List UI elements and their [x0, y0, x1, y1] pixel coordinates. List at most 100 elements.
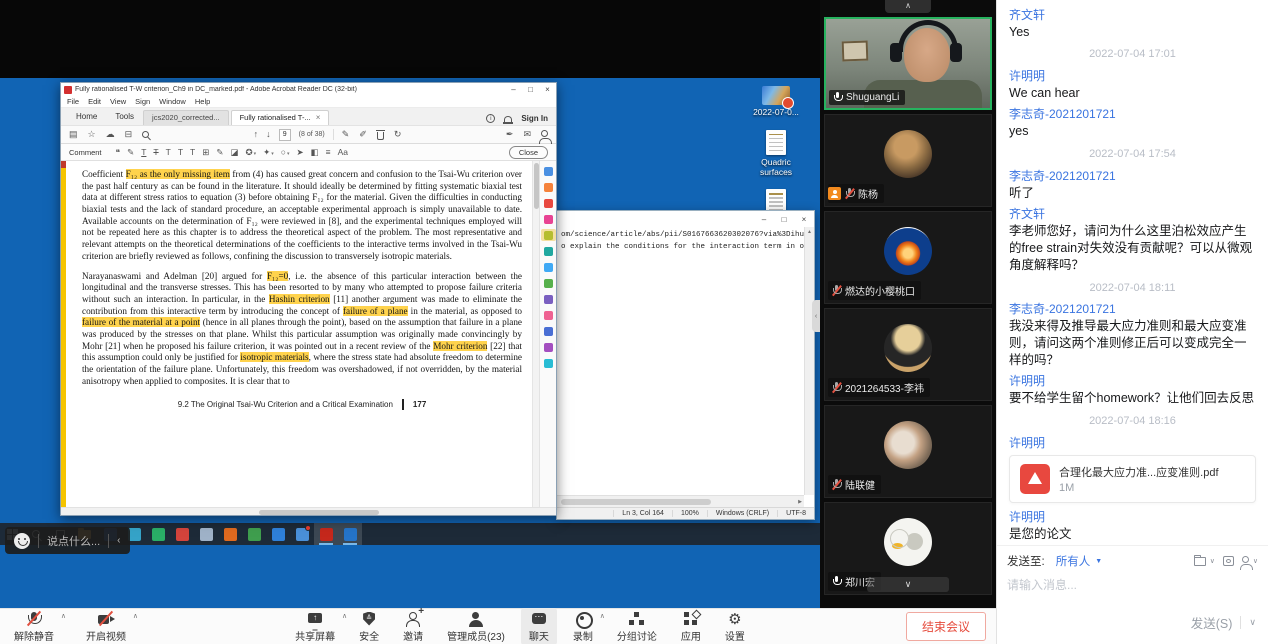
panel-collapse-handle[interactable]: ‹ — [812, 300, 820, 332]
share-screen-button[interactable]: 共享屏幕∧ — [287, 608, 343, 644]
send-options-icon[interactable]: ∨ — [1249, 617, 1256, 628]
participant-tile[interactable]: ShuguangLi — [824, 17, 992, 110]
record-button[interactable]: 录制∧ — [565, 608, 601, 644]
fill-sign-tool-icon[interactable] — [541, 181, 556, 193]
menu-item-sign[interactable]: Sign — [135, 97, 150, 106]
shapes-icon[interactable]: ○▾ — [281, 148, 290, 157]
chevron-up-icon[interactable]: ∧ — [133, 612, 138, 620]
expand-tiles-button[interactable]: ∨ — [867, 577, 949, 592]
scroll-right-icon[interactable]: ▶ — [798, 499, 804, 505]
close-tab-icon[interactable]: × — [316, 111, 321, 125]
sticky-note-icon[interactable]: ❝ — [116, 148, 121, 157]
edit-pdf-tool-icon[interactable] — [541, 213, 556, 225]
sign-in-button[interactable]: Sign In — [521, 114, 548, 123]
cloud-upload-icon[interactable]: ☁ — [106, 130, 115, 139]
acrobat-reader-window[interactable]: Fully rationalised T-W criterion_Ch9 in … — [60, 82, 557, 516]
menu-item-file[interactable]: File — [67, 97, 79, 106]
chat-sender-name[interactable]: 许明明 — [1009, 434, 1256, 451]
notepad-text-area[interactable]: om/science/article/abs/pii/S016766362030… — [557, 227, 804, 495]
stamp-tool-icon[interactable]: ✪▾ — [246, 148, 257, 157]
page-number-input[interactable]: 9 — [279, 129, 291, 141]
close-icon[interactable]: × — [539, 84, 556, 96]
send-to-selector[interactable]: 所有人 — [1056, 553, 1091, 569]
chat-sender-name[interactable]: 李志奇-2021201721 — [1009, 300, 1256, 317]
maximize-icon[interactable]: □ — [774, 212, 794, 227]
create-pdf-tool-icon[interactable] — [541, 245, 556, 257]
menu-item-help[interactable]: Help — [195, 97, 210, 106]
collapse-left-icon[interactable]: ‹ — [117, 535, 120, 546]
pen-icon[interactable]: ✎ — [342, 130, 350, 139]
invite-button[interactable]: 邀请 — [395, 608, 431, 644]
chat-sender-name[interactable]: 许明明 — [1009, 508, 1256, 525]
print-icon[interactable]: ⊟ — [125, 130, 133, 139]
participant-tile[interactable]: 燃达的小樱桃口 — [824, 211, 992, 304]
end-meeting-button[interactable]: 结束会议 — [906, 612, 986, 641]
rotate-icon[interactable]: ↻ — [394, 130, 402, 139]
document-tab[interactable]: Fully rationalised T-...× — [231, 110, 330, 125]
breakout-rooms-button[interactable]: 分组讨论 — [609, 608, 665, 644]
highlight-text-icon[interactable]: ✎ — [127, 148, 134, 157]
chevron-up-icon[interactable]: ∧ — [61, 612, 66, 620]
star-icon[interactable]: ☆ — [88, 130, 96, 139]
redact-tool-icon[interactable] — [541, 309, 556, 321]
scrollbar-thumb[interactable] — [259, 510, 379, 515]
text-box-icon[interactable]: ⊞ — [202, 148, 209, 157]
chat-sender-name[interactable]: 李志奇-2021201721 — [1009, 105, 1256, 122]
collapse-strip-button[interactable]: ∧ — [885, 0, 931, 13]
close-comment-button[interactable]: Close — [509, 146, 548, 159]
chevron-down-icon[interactable]: ▼ — [1095, 558, 1102, 565]
pdf-page[interactable]: Coefficient F₁₂ as the only missing item… — [66, 161, 532, 507]
export-pdf-tool-icon[interactable] — [541, 197, 556, 209]
chat-file-attachment[interactable]: 合理化最大应力准...应变准则.pdf1M — [1009, 455, 1256, 503]
menu-item-view[interactable]: View — [110, 97, 126, 106]
notepad-app-icon[interactable] — [194, 523, 218, 545]
quick-chat-placeholder[interactable]: 说点什么... — [47, 533, 100, 549]
wechat-icon[interactable] — [146, 523, 170, 545]
highlight-tool-icon[interactable] — [541, 229, 556, 241]
fill-color-icon[interactable]: ◧ — [311, 148, 319, 157]
scrollbar-thumb[interactable] — [534, 163, 539, 209]
scrollbar-thumb[interactable] — [561, 499, 711, 505]
tab-tools[interactable]: Tools — [106, 109, 143, 125]
document-horizontal-scrollbar[interactable] — [61, 507, 556, 515]
notepad-vertical-scrollbar[interactable]: ▲ — [804, 227, 814, 495]
notepad-horizontal-scrollbar[interactable]: ▶ — [557, 495, 804, 507]
menu-item-edit[interactable]: Edit — [88, 97, 101, 106]
send-review-tool-icon[interactable] — [541, 341, 556, 353]
trash-icon[interactable] — [377, 132, 384, 140]
info-icon[interactable] — [486, 114, 495, 123]
acrobat-titlebar[interactable]: Fully rationalised T-W criterion_Ch9 in … — [61, 83, 556, 96]
search-icon[interactable] — [142, 131, 149, 138]
close-icon[interactable]: × — [794, 212, 814, 227]
acrobat-reader-icon[interactable] — [314, 523, 338, 545]
document-tab[interactable]: jcs2020_corrected... — [143, 110, 229, 125]
participant-tile[interactable]: 陆联健 — [824, 405, 992, 498]
chevron-down-icon[interactable]: ∨ — [1210, 557, 1215, 565]
tencent-docs-icon[interactable] — [290, 523, 314, 545]
menu-item-window[interactable]: Window — [159, 97, 186, 106]
settings-button[interactable]: 设置 — [717, 608, 753, 644]
chevron-up-icon[interactable]: ∧ — [342, 612, 347, 620]
protect-tool-icon[interactable] — [541, 325, 556, 337]
participant-tile[interactable]: 陈杨 — [824, 114, 992, 207]
next-page-icon[interactable]: ↓ — [266, 130, 271, 139]
chat-button[interactable]: 聊天 — [521, 608, 557, 644]
notifications-bell-icon[interactable] — [504, 116, 512, 123]
send-button[interactable]: 发送(S) — [1191, 613, 1233, 632]
app-green-icon[interactable] — [242, 523, 266, 545]
tab-home[interactable]: Home — [67, 109, 106, 125]
mail-icon[interactable]: ✉ — [523, 130, 531, 139]
participant-tile[interactable]: 郑川宏∨ — [824, 502, 992, 595]
quick-chat-bubble[interactable]: 说点什么... ‹ — [5, 527, 130, 554]
emoji-smiley-icon[interactable] — [14, 533, 30, 549]
sign-pen-icon[interactable]: ✒ — [506, 130, 514, 139]
maximize-icon[interactable]: □ — [522, 84, 539, 96]
chat-input[interactable] — [997, 574, 1268, 596]
pencil-icon[interactable]: ✎ — [216, 148, 223, 157]
strikethrough-text-icon[interactable]: T — [153, 148, 158, 157]
more-tools-icon[interactable] — [541, 357, 556, 369]
font-icon[interactable]: Aa — [338, 148, 348, 157]
combine-files-tool-icon[interactable] — [541, 261, 556, 273]
send-file-icon[interactable] — [1194, 557, 1206, 566]
chat-sender-name[interactable]: 李志奇-2021201721 — [1009, 167, 1256, 184]
